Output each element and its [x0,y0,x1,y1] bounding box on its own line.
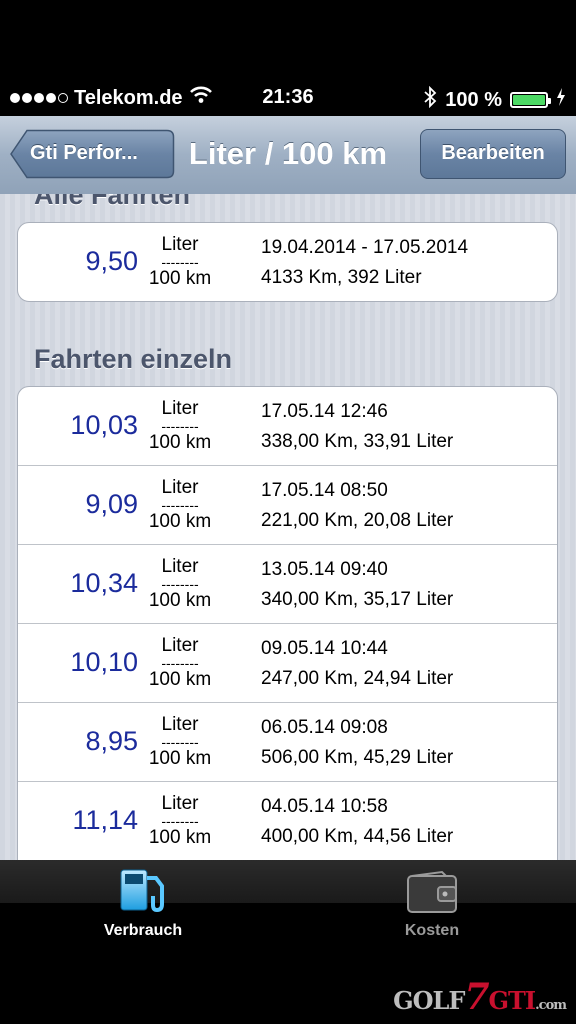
trip-row[interactable]: 9,09 Liter -------- 100 km 17.05.14 08:5… [18,466,557,545]
unit-label: Liter -------- 100 km [143,792,217,850]
unit-bottom: 100 km [148,432,212,453]
trip-date: 13.05.14 09:40 [261,559,388,580]
trip-date: 06.05.14 09:08 [261,717,388,738]
watermark-seven: 7 [464,976,489,1018]
unit-divider: -------- [161,254,199,270]
consumption-value: 10,34 [70,568,138,598]
fuel-pump-icon [118,866,170,921]
unit-bottom: 100 km [148,748,212,769]
trip-summary: 338,00 Km, 33,91 Liter [261,431,454,452]
unit-label: Liter -------- 100 km [143,476,217,534]
unit-bottom: 100 km [148,511,212,532]
trip-row[interactable]: 11,14 Liter -------- 100 km 04.05.14 10:… [18,782,557,860]
top-black-area [0,0,576,80]
tab-bar: Verbrauch Kosten [0,860,576,956]
status-right: 100 % [423,85,566,114]
single-trips-group: 10,03 Liter -------- 100 km 17.05.14 12:… [17,386,558,860]
bottom-black-area: GOLF7GTI.com [0,956,576,1024]
trip-summary: 247,00 Km, 24,94 Liter [261,668,454,689]
watermark-com: .com [535,998,567,1013]
trip-date: 09.05.14 10:44 [261,638,388,659]
trip-info: 19.04.2014 - 17.05.2014 4133 Km, 392 Lit… [261,233,468,293]
unit-divider: -------- [161,418,199,434]
unit-bottom: 100 km [148,827,212,848]
trip-date: 17.05.14 12:46 [261,401,388,422]
unit-divider: -------- [161,813,199,829]
unit-divider: -------- [161,655,199,671]
charging-icon [556,88,566,112]
trip-summary: 340,00 Km, 35,17 Liter [261,589,454,610]
date-range: 19.04.2014 - 17.05.2014 [261,237,469,258]
trip-date: 04.05.14 10:58 [261,796,388,817]
tab-label: Kosten [404,922,460,939]
section-header-single: Fahrten einzeln [34,344,233,374]
trip-row[interactable]: 8,95 Liter -------- 100 km 06.05.14 09:0… [18,703,557,782]
battery-icon [510,92,551,108]
watermark-logo: GOLF7GTI.com [393,976,567,1018]
watermark-golf: GOLF [393,986,465,1015]
unit-label: Liter -------- 100 km [143,555,217,613]
unit-bottom: 100 km [148,669,212,690]
bluetooth-icon [423,85,437,114]
unit-divider: -------- [161,734,199,750]
trip-date: 17.05.14 08:50 [261,480,388,501]
unit-divider: -------- [161,497,199,513]
unit-label: Liter -------- 100 km [143,233,217,291]
trip-row[interactable]: 10,10 Liter -------- 100 km 09.05.14 10:… [18,624,557,703]
unit-divider: -------- [161,576,199,592]
consumption-value: 9,50 [85,246,138,276]
trip-info: 17.05.14 12:46 338,00 Km, 33,91 Liter [261,397,453,457]
consumption-value: 10,03 [70,410,138,440]
trip-summary: 221,00 Km, 20,08 Liter [261,510,454,531]
all-trips-group: 9,50 Liter -------- 100 km 19.04.2014 - … [17,222,558,302]
wallet-icon [406,870,460,921]
trip-summary: 400,00 Km, 44,56 Liter [261,826,454,847]
battery-percent: 100 % [445,88,502,111]
trip-info: 13.05.14 09:40 340,00 Km, 35,17 Liter [261,555,453,615]
unit-label: Liter -------- 100 km [143,713,217,771]
trip-info: 09.05.14 10:44 247,00 Km, 24,94 Liter [261,634,453,694]
consumption-value: 9,09 [85,489,138,519]
watermark-gti: GTI [488,986,537,1015]
unit-label: Liter -------- 100 km [143,634,217,692]
unit-bottom: 100 km [148,268,212,289]
tab-label: Verbrauch [103,922,183,939]
unit-bottom: 100 km [148,590,212,611]
section-header-all: Alle Fahrten [34,194,191,210]
scroll-content[interactable]: Alle Fahrten 9,50 Liter -------- 100 km … [0,194,576,860]
trip-summary: 4133 Km, 392 Liter [261,267,422,288]
trip-info: 06.05.14 09:08 506,00 Km, 45,29 Liter [261,713,453,773]
consumption-value: 8,95 [85,726,138,756]
navigation-bar: Gti Perfor... Liter / 100 km Bearbeiten [0,116,576,195]
edit-button[interactable]: Bearbeiten [420,129,566,179]
trip-info: 04.05.14 10:58 400,00 Km, 44,56 Liter [261,792,453,852]
unit-label: Liter -------- 100 km [143,397,217,455]
all-trips-row[interactable]: 9,50 Liter -------- 100 km 19.04.2014 - … [18,223,557,301]
consumption-value: 10,10 [70,647,138,677]
trip-summary: 506,00 Km, 45,29 Liter [261,747,454,768]
tab-kosten[interactable]: Kosten [332,860,532,956]
status-bar: Telekom.de 21:36 100 % [0,80,576,116]
trip-row[interactable]: 10,03 Liter -------- 100 km 17.05.14 12:… [18,387,557,466]
trip-info: 17.05.14 08:50 221,00 Km, 20,08 Liter [261,476,453,536]
trip-row[interactable]: 10,34 Liter -------- 100 km 13.05.14 09:… [18,545,557,624]
consumption-value: 11,14 [72,805,138,835]
tab-verbrauch[interactable]: Verbrauch [43,860,243,956]
